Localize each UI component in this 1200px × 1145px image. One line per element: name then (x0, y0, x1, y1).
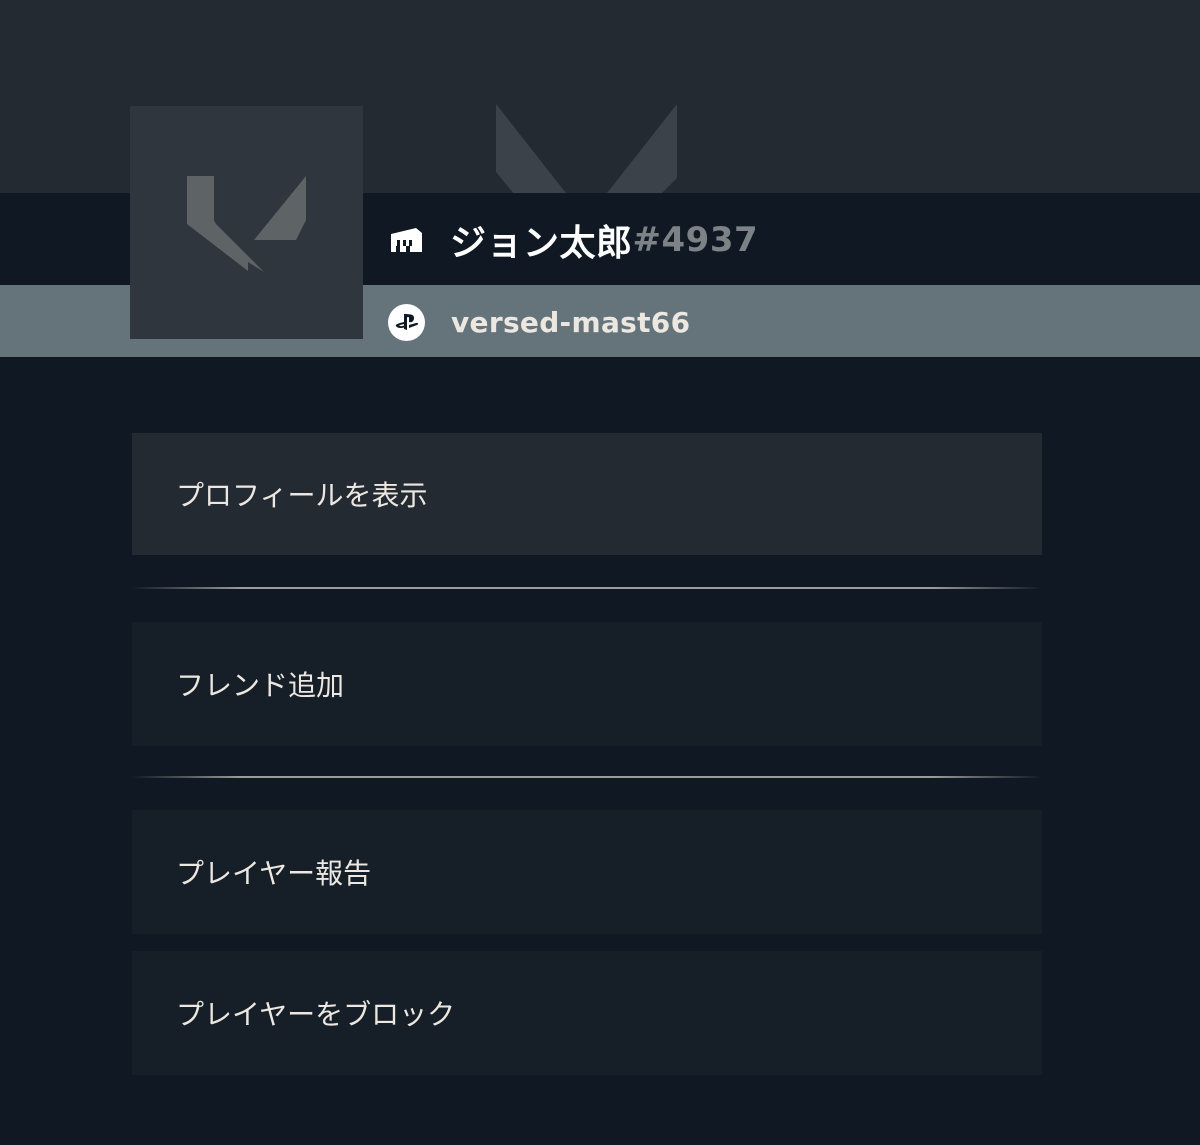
player-context-panel: ジョン太郎 #4937 versed-mast66 プロフィールを表示 フレンド追… (0, 0, 1200, 1145)
banner-valorant-logo (480, 92, 690, 193)
view-profile-button[interactable]: プロフィールを表示 (132, 433, 1042, 555)
block-player-button[interactable]: プレイヤーをブロック (132, 951, 1042, 1075)
valorant-logo-right (254, 176, 306, 240)
player-tag: #4937 (632, 220, 759, 260)
player-avatar (130, 106, 363, 339)
menu-divider (132, 776, 1042, 778)
player-name: ジョン太郎 (450, 223, 633, 264)
riot-id-row: ジョン太郎 #4937 (388, 210, 758, 270)
platform-account-row: versed-mast66 (388, 300, 690, 344)
view-profile-label: プロフィールを表示 (176, 479, 428, 512)
menu-divider (132, 587, 1042, 589)
platform-account-name: versed-mast66 (451, 305, 691, 339)
report-player-button[interactable]: プレイヤー報告 (132, 810, 1042, 934)
playstation-icon (388, 303, 425, 341)
riot-fist-icon (388, 222, 424, 258)
add-friend-button[interactable]: フレンド追加 (132, 622, 1042, 746)
block-player-label: プレイヤーをブロック (176, 998, 456, 1031)
add-friend-label: フレンド追加 (176, 669, 345, 702)
report-player-label: プレイヤー報告 (176, 857, 372, 890)
